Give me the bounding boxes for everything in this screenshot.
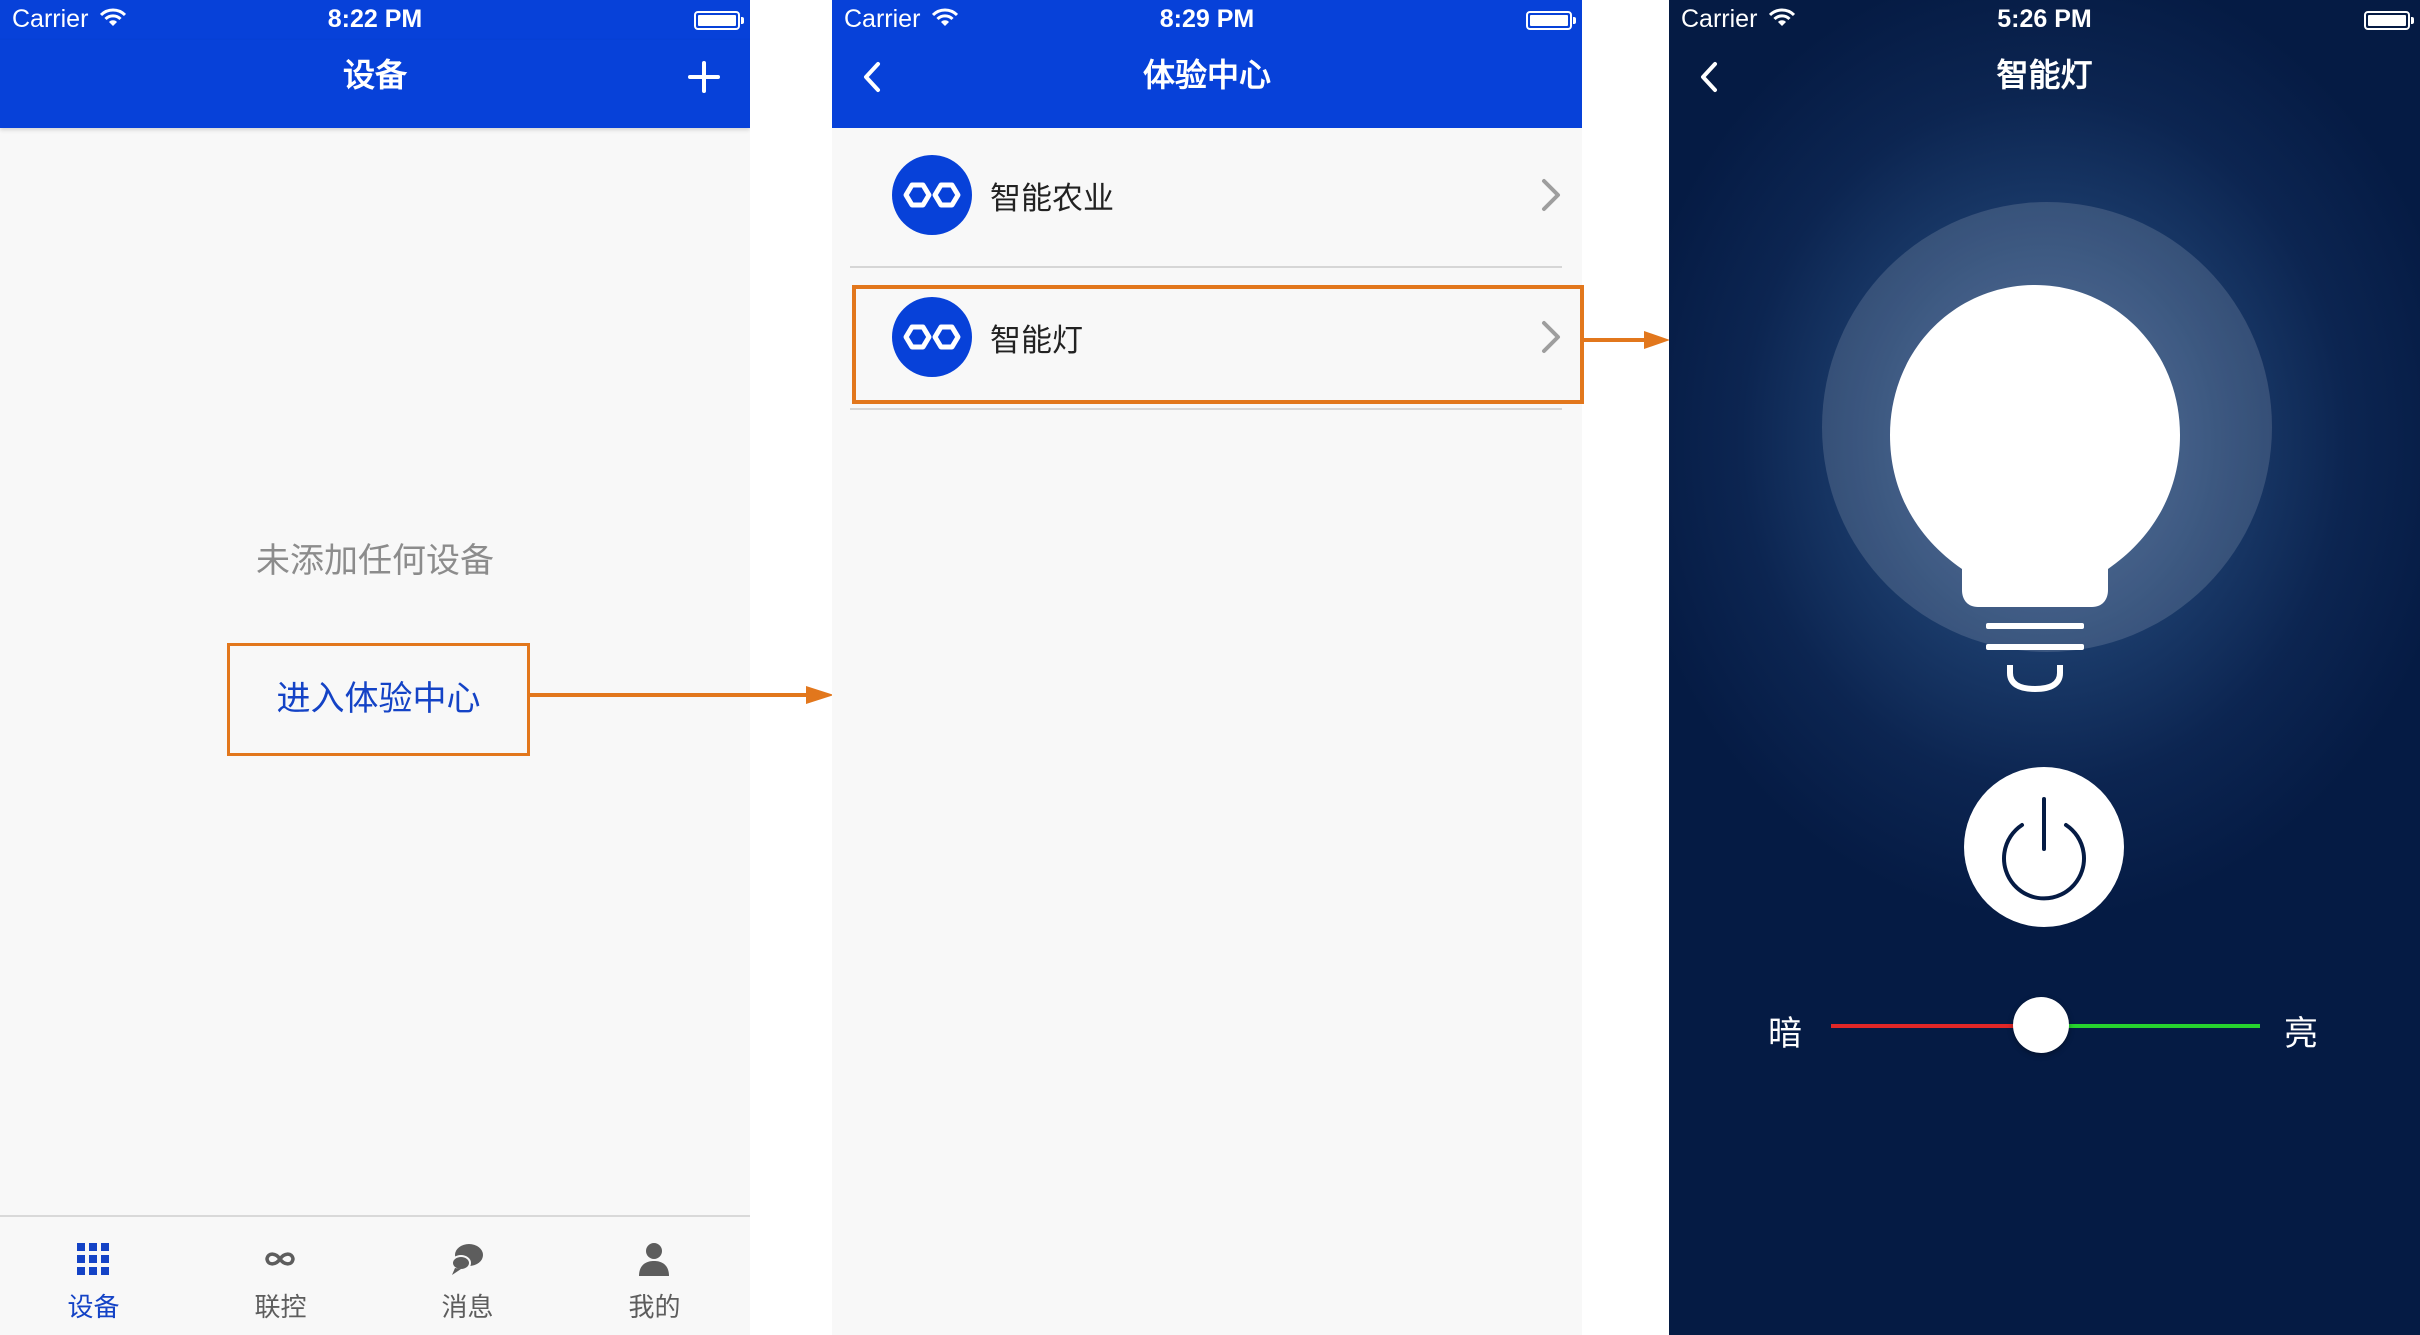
- slider-track-dark[interactable]: [1831, 1024, 2042, 1028]
- tab-label: 消息: [441, 1293, 494, 1323]
- flow-arrow: [1582, 331, 1670, 349]
- status-time: 5:26 PM: [1997, 5, 2092, 33]
- divider: [850, 408, 1562, 410]
- divider: [850, 266, 1562, 268]
- person-icon: [639, 1243, 669, 1276]
- smart-lamp-screen: Carrier 5:26 PM 智能灯 暗 亮: [1669, 0, 2420, 1335]
- status-bar: Carrier 5:26 PM: [1669, 0, 2420, 40]
- slider-max-label: 亮: [2284, 1014, 2318, 1054]
- page-title: 智能灯: [1996, 56, 2093, 94]
- nav-bar: 智能灯: [1669, 40, 2420, 128]
- brightness-slider-knob[interactable]: [2013, 997, 2070, 1053]
- tab-bar: 设备 联控 消息 我的: [0, 1215, 750, 1335]
- tab-devices[interactable]: 设备: [0, 1217, 187, 1335]
- tab-messages[interactable]: 消息: [374, 1217, 561, 1335]
- enter-experience-center-button[interactable]: 进入体验中心: [227, 643, 530, 756]
- slider-min-label: 暗: [1768, 1014, 1802, 1054]
- tab-linkage[interactable]: 联控: [187, 1217, 374, 1335]
- status-bar: Carrier 8:22 PM: [0, 0, 750, 40]
- devices-screen: Carrier 8:22 PM 设备 未添加任何设备 进入体验中心 设备 联控: [0, 0, 750, 1335]
- status-time: 8:22 PM: [327, 5, 423, 33]
- list-item-smart-agriculture[interactable]: 智能农业: [850, 133, 1570, 261]
- power-icon: [2002, 797, 2086, 901]
- nav-bar: 体验中心: [832, 40, 1582, 128]
- tab-label: 我的: [628, 1293, 681, 1323]
- link-icon: [892, 155, 972, 235]
- list-item-label: 智能农业: [990, 181, 1114, 217]
- experience-center-screen: Carrier 8:29 PM 体验中心 智能农业 智能灯: [832, 0, 1582, 1335]
- status-bar: Carrier 8:29 PM: [832, 0, 1582, 40]
- grid-icon: [77, 1243, 109, 1275]
- chevron-right-icon: [1542, 179, 1560, 211]
- flow-arrow: [530, 686, 834, 704]
- battery-icon: [1526, 11, 1576, 30]
- nav-bar: 设备: [0, 40, 750, 128]
- battery-icon: [2364, 11, 2414, 30]
- page-title: 体验中心: [1142, 56, 1271, 94]
- infinity-icon: [265, 1252, 295, 1266]
- status-time: 8:29 PM: [1159, 5, 1255, 33]
- annotation-highlight-box: [852, 285, 1584, 404]
- slider-track-bright[interactable]: [2041, 1024, 2260, 1028]
- add-device-plus-icon[interactable]: [686, 59, 722, 95]
- battery-icon: [694, 11, 744, 30]
- page-title: 设备: [342, 56, 407, 94]
- empty-state-text: 未添加任何设备: [256, 541, 494, 581]
- chat-bubbles-icon: [451, 1244, 483, 1275]
- tab-label: 设备: [67, 1293, 120, 1323]
- tab-profile[interactable]: 我的: [561, 1217, 748, 1335]
- tab-label: 联控: [254, 1293, 307, 1323]
- power-toggle-button[interactable]: [1964, 767, 2124, 927]
- light-bulb-icon: [1890, 285, 2180, 693]
